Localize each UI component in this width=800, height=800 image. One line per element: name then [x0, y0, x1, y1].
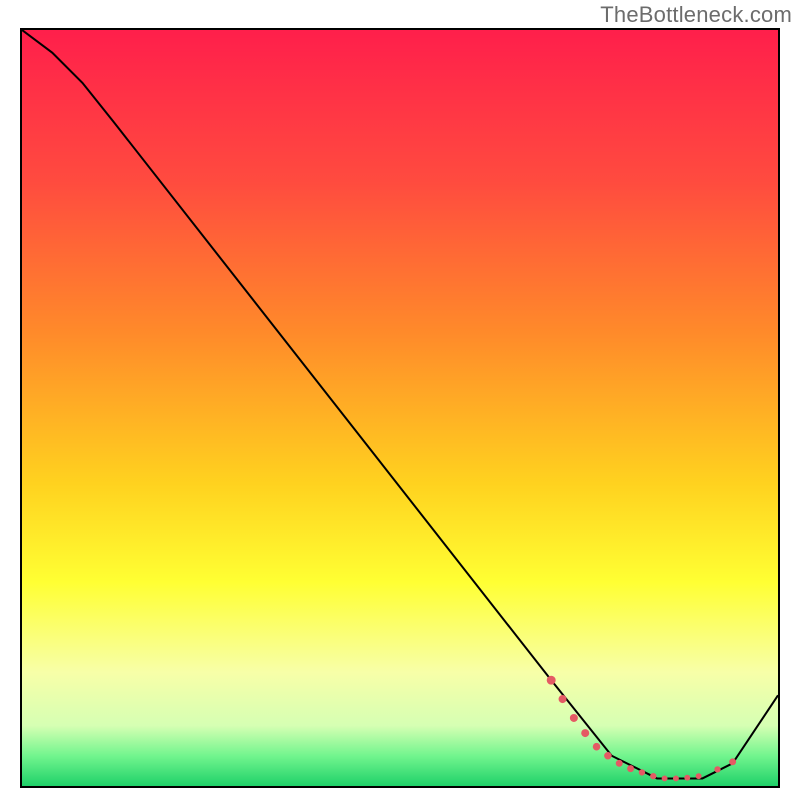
marker-dot	[673, 775, 679, 781]
marker-dot	[593, 743, 601, 751]
marker-dot	[662, 775, 668, 781]
marker-dot	[570, 714, 578, 722]
curve-layer	[22, 30, 778, 786]
marker-dot	[650, 773, 656, 779]
marker-dot	[684, 775, 690, 781]
watermark-text: TheBottleneck.com	[600, 2, 792, 28]
marker-dot	[696, 773, 702, 779]
bottleneck-curve	[22, 30, 778, 778]
marker-dot	[627, 765, 634, 772]
marker-dot	[616, 760, 623, 767]
marker-dot	[581, 729, 589, 737]
marker-dot	[729, 758, 736, 765]
marker-dot	[639, 769, 645, 775]
sweet-spot-markers	[547, 676, 736, 782]
marker-dot	[714, 766, 720, 772]
marker-dot	[559, 695, 567, 703]
plot-area	[20, 28, 780, 788]
chart-root: TheBottleneck.com	[0, 0, 800, 800]
marker-dot	[604, 752, 612, 760]
marker-dot	[547, 676, 556, 685]
